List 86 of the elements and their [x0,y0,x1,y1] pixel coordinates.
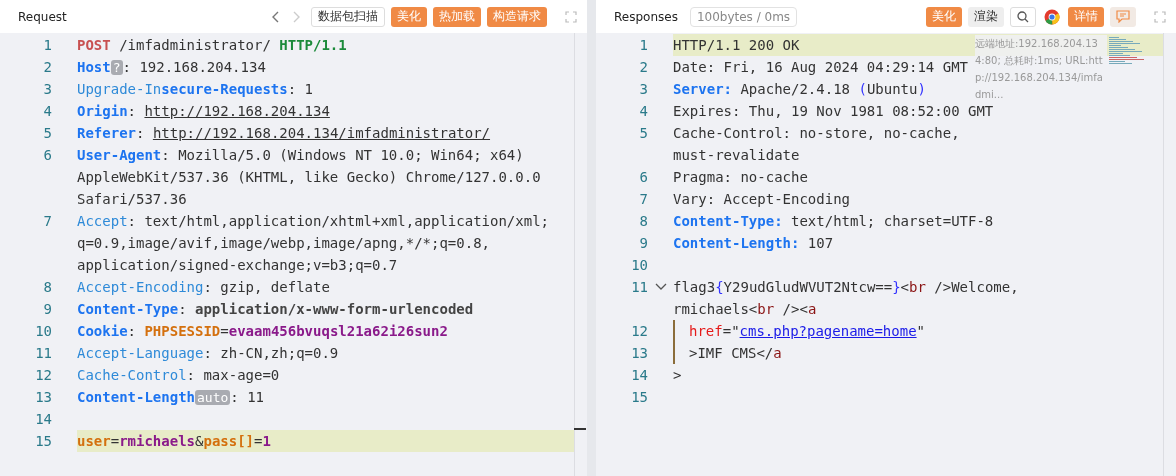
code-text: Cache-Control: no-store, no-cache, [673,125,960,141]
line-number: 6 [42,147,52,163]
toolbar-button[interactable]: 数据包扫描 [311,6,385,27]
code-text: Cache-Control: max-age=0 [77,367,280,383]
code-text: user=rmichaels&pass[]=1 [77,433,271,449]
code-text: href="cms.php?pagename=home" [689,323,926,339]
code-text: Accept-Encoding: gzip, deflate [77,279,330,295]
code-text: >IMF CMS</a [689,345,782,361]
line-number: 10 [34,323,52,339]
code-text: flag3{Y29udGludWVUT2Ntcw==}<br />Welcome, [673,279,1019,295]
toolbar-button[interactable]: 热加载 [433,6,481,27]
line-number: 13 [34,389,52,405]
code-text: rmichaels<br /><a [673,301,817,317]
line-number: 14 [34,411,52,427]
code-text: Host [77,59,111,75]
code-text: User-Agent: Mozilla/5.0 (Windows NT 10.0; Win64; x64) [77,147,524,163]
code-text: > [673,367,682,383]
line-number: 1 [638,37,648,53]
code-text: : 11 [230,389,265,405]
minimap-drawing [1109,37,1147,67]
line-number: 8 [638,213,648,229]
code-text: Content-Type: text/html; charset=UTF-8 [673,213,994,229]
code-text: Referer: http://192.168.204.134/imfadministrator/ [77,125,491,141]
code-text: q=0.9,image/avif,image/webp,image/apng,*/*;q=0.8, [77,235,490,251]
scroll-marker [574,428,586,430]
search-button[interactable] [1010,6,1036,27]
line-number: 4 [638,103,648,119]
browser-icon [1044,8,1060,25]
line-number: 11 [34,345,52,361]
code-text: Expires: Thu, 19 Nov 1981 08:52:00 GMT [673,103,994,119]
code-text: AppleWebKit/537.36 (KHTML, like Gecko) Chrome/127.0.0.0 [77,169,541,185]
toolbar-button[interactable]: 美化 [926,6,962,27]
line-number: 2 [42,59,52,75]
line-number: 1 [42,37,52,53]
code-text: Accept-Language: zh-CN,zh;q=0.9 [77,345,339,361]
chevron-left-icon [271,10,279,23]
line-number: 5 [638,125,648,141]
line-number: 7 [42,213,52,229]
code-text: Safari/537.36 [77,191,187,207]
line-number: 9 [638,235,648,251]
line-number: 10 [630,257,648,273]
panel-title: Responses [614,9,678,24]
hint-badge: ? [110,59,123,75]
code-text: Origin: http://192.168.204.134 [77,103,330,119]
line-number: 13 [630,345,648,361]
line-number: 8 [42,279,52,295]
code-text: must-revalidate [673,147,800,163]
line-number: 12 [34,367,52,383]
line-number: 7 [638,191,648,207]
comment-icon [1116,10,1130,23]
code-text: Cookie: PHPSESSID=evaam456bvuqsl21a62i26sun2 [77,323,448,339]
toolbar-button[interactable]: 渲染 [968,6,1004,27]
line-number: 3 [638,81,648,97]
line-number: 5 [42,125,52,141]
line-number: 4 [42,103,52,119]
code-text: Content-Type: application/x-www-form-urlencoded [77,301,474,317]
line-number: 3 [42,81,52,97]
code-text: Accept: text/html,application/xhtml+xml,application/xml; [77,213,549,229]
chevron-right-icon [293,10,301,23]
code-text: Pragma: no-cache [673,169,808,185]
line-number: 9 [42,301,52,317]
line-number: 12 [630,323,648,339]
code-text: Content-Length: 107 [673,235,834,251]
line-number: 2 [638,59,648,75]
line-number: 11 [630,279,648,295]
code-text: Date: Fri, 16 Aug 2024 04:29:14 GMT [673,59,968,75]
toolbar-button[interactable]: 构造请求 [487,6,547,27]
code-text: POST /imfadministrator/ HTTP/1.1 [77,37,347,53]
code-text: application/signed-exchange;v=b3;q=0.7 [77,257,398,273]
toolbar-button[interactable]: 详情 [1068,6,1104,27]
line-number: 15 [630,389,648,405]
code-text: HTTP/1.1 200 OK [673,37,800,53]
toolbar-button[interactable]: 美化 [391,6,427,27]
line-number: 14 [630,367,648,383]
code-text: : 192.168.204.134 [122,59,266,75]
hint-badge: auto [195,389,231,405]
chevron-down-icon[interactable] [654,283,667,291]
code-text: Server: Apache/2.4.18 (Ubuntu) [673,81,926,97]
code-text: Content-Length [77,389,195,405]
code-text: Upgrade-Insecure-Requests: 1 [77,81,314,97]
panel-title: Request [18,9,67,24]
search-icon [1017,10,1029,23]
line-number: 6 [638,169,648,185]
code-text: Vary: Accept-Encoding [673,191,850,207]
line-number: 15 [34,433,52,449]
response-stats: 100bytes / 0ms [689,6,798,27]
